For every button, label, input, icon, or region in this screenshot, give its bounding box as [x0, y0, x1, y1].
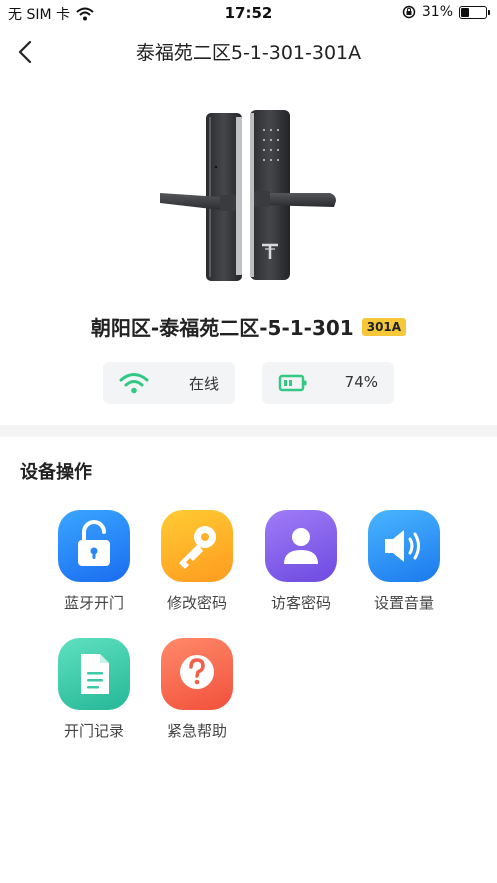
wifi-icon — [119, 373, 149, 394]
operation-label: 蓝牙开门 — [63, 594, 124, 612]
speaker-icon-tile — [368, 510, 440, 582]
page-title: 泰福苑二区5-1-301-301A — [135, 42, 362, 64]
speaker-icon — [385, 530, 420, 562]
bluetooth-unlock-button[interactable]: 蓝牙开门 — [41, 510, 145, 620]
battery-status-chip: 74% — [262, 362, 394, 404]
device-name-row: 朝阳区-泰福苑二区-5-1-301 301A — [0, 312, 497, 341]
operation-label: 修改密码 — [166, 594, 227, 612]
online-status-text: 在线 — [188, 375, 219, 393]
section-divider — [0, 425, 497, 437]
battery-status-text: 74% — [344, 373, 378, 391]
operation-label: 紧急帮助 — [166, 722, 227, 740]
visitor-icon — [284, 528, 318, 564]
online-status-chip: 在线 — [103, 362, 235, 404]
unlock-records-button[interactable]: 开门记录 — [41, 638, 145, 748]
help-icon — [180, 655, 214, 689]
record-icon-tile — [58, 638, 130, 710]
set-volume-button[interactable]: 设置音量 — [351, 510, 455, 620]
key-icon-tile — [161, 510, 233, 582]
unlock-icon-tile — [58, 510, 130, 582]
battery-icon — [278, 374, 307, 392]
door-lock-image — [160, 110, 336, 281]
battery-fill — [461, 7, 470, 17]
visitor-password-button[interactable]: 访客密码 — [248, 510, 352, 620]
back-button[interactable] — [12, 38, 40, 66]
device-name: 朝阳区-泰福苑二区-5-1-301 — [90, 316, 354, 340]
battery-icon — [459, 5, 490, 19]
unlock-icon — [78, 520, 110, 566]
chevron-left-icon — [18, 40, 32, 64]
change-password-button[interactable]: 修改密码 — [144, 510, 248, 620]
nav-bar: 泰福苑二区5-1-301-301A — [0, 26, 497, 78]
operation-label: 访客密码 — [270, 594, 331, 612]
key-icon — [179, 526, 216, 569]
visitor-icon-tile — [265, 510, 337, 582]
help-icon-tile — [161, 638, 233, 710]
record-icon — [81, 654, 109, 694]
room-badge: 301A — [361, 317, 407, 336]
operation-label: 设置音量 — [373, 594, 434, 612]
status-bar-right: 31% — [402, 4, 490, 20]
orientation-lock-icon — [402, 5, 416, 19]
operation-label: 开门记录 — [63, 722, 124, 740]
section-title: 设备操作 — [20, 462, 92, 483]
status-bar: 无 SIM 卡 17:52 31% — [0, 0, 497, 26]
battery-percent: 31% — [421, 4, 453, 20]
emergency-help-button[interactable]: 紧急帮助 — [144, 638, 248, 748]
